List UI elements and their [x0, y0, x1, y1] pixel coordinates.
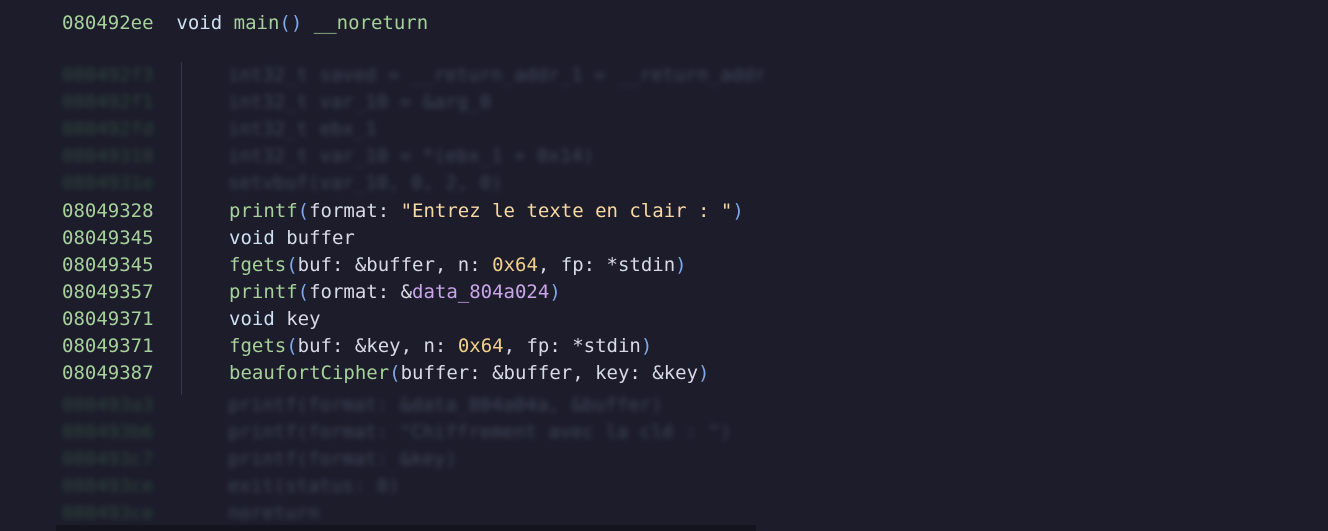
token-paren: ) [698, 362, 710, 384]
token-fn[interactable]: fgets [229, 254, 286, 276]
blurred-address: 0804931e [62, 172, 154, 194]
line-address: 08049371 [62, 308, 154, 330]
visible-code-lines: 08049328 printf(format: "Entrez le texte … [0, 198, 1328, 387]
blurred-address: 080493ce [62, 475, 154, 497]
token-plain: buffer [274, 227, 355, 249]
blurred-code: exit(status: 0) [228, 475, 400, 497]
function-attribute: __noreturn [313, 12, 429, 34]
code-line[interactable]: 08049387 beaufortCipher(buffer: &buffer, … [0, 360, 1328, 387]
token-plain: , fp: *stdin [537, 254, 676, 276]
token-paren: ( [297, 281, 310, 303]
blurred-code: setvbuf(var_10, 0, 2, 0) [228, 172, 503, 194]
blurred-code-bottom: 080493a3 printf(format: &data_804a04a, &b… [56, 392, 756, 527]
line-code[interactable]: void key [229, 306, 321, 333]
blurred-code: int32_t ebx_1 [228, 118, 377, 140]
token-plain: buffer: &buffer, key: &key [400, 362, 699, 384]
line-address: 08049387 [62, 362, 154, 384]
blurred-code: printf(format: &data_804a04a, &buffer) [228, 394, 663, 416]
token-plain: buf: &buffer, n: [297, 254, 493, 276]
token-paren: ( [297, 200, 310, 222]
decompiler-view: 080492ee void main() __noreturn 080492f3… [0, 0, 1328, 531]
code-line[interactable]: 08049328 printf(format: "Entrez le texte … [0, 198, 1328, 225]
line-address: 08049345 [62, 254, 154, 276]
function-signature[interactable]: 080492ee void main() __noreturn [62, 10, 428, 36]
line-address: 08049328 [62, 200, 154, 222]
line-address: 08049371 [62, 335, 154, 357]
blurred-code-top: 080492f3 int32_t saved = __return_addr_1 … [56, 62, 766, 194]
token-var[interactable]: data_804a024 [412, 281, 549, 303]
code-line[interactable]: 08049357 printf(format: &data_804a024) [0, 279, 1328, 306]
line-address: 08049345 [62, 227, 154, 249]
token-paren: ) [549, 281, 561, 303]
function-address: 080492ee [62, 12, 154, 34]
blurred-line: 080492f3 int32_t saved = __return_addr_1 … [56, 62, 766, 89]
token-kw: void [229, 227, 275, 249]
token-fn[interactable]: printf [229, 200, 298, 222]
blurred-line: 08049310 int32_t var_10 = *(ebx_1 + 0x14) [56, 143, 756, 170]
close-paren: ) [290, 12, 303, 34]
blurred-code: printf(format: "Chiffrement avec la clé … [228, 421, 732, 443]
scroll-edge [56, 525, 756, 531]
token-plain: key [274, 308, 321, 330]
line-code[interactable]: fgets(buf: &key, n: 0x64, fp: *stdin) [229, 333, 652, 360]
return-type: void [176, 12, 223, 34]
blurred-line: 080493c7 printf(format: &key) [56, 446, 756, 473]
blurred-line: 080493b6 printf(format: "Chiffrement avec… [56, 419, 756, 446]
blurred-line: 080493ce exit(status: 0) [56, 473, 756, 500]
token-paren: ( [286, 254, 298, 276]
line-code[interactable]: printf(format: "Entrez le texte en clair… [229, 198, 744, 225]
token-paren: ) [675, 254, 687, 276]
code-line[interactable]: 08049345 fgets(buf: &buffer, n: 0x64, fp:… [0, 252, 1328, 279]
token-plain: , fp: *stdin [503, 335, 641, 357]
token-plain: format: & [309, 281, 413, 303]
blurred-code: int32_t saved = __return_addr_1 = __retu… [228, 64, 766, 86]
token-fn[interactable]: fgets [229, 335, 286, 357]
token-fn[interactable]: printf [229, 281, 298, 303]
token-paren: ) [640, 335, 653, 357]
blurred-address: 08049310 [62, 145, 154, 167]
token-num: 0x64 [457, 335, 504, 357]
token-plain: buf: &key, n: [297, 335, 458, 357]
token-paren: ) [732, 200, 744, 222]
blurred-code: int32_t var_10 = *(ebx_1 + 0x14) [228, 145, 595, 167]
code-line[interactable]: 08049371 fgets(buf: &key, n: 0x64, fp: *s… [0, 333, 1328, 360]
token-plain: format: [309, 200, 401, 222]
open-paren: ( [279, 12, 291, 34]
blurred-address: 080492f3 [62, 64, 154, 86]
code-line[interactable]: 08049345 void buffer [0, 225, 1328, 252]
blurred-line: 080492fd int32_t ebx_1 [56, 116, 756, 143]
blurred-address: 080493c7 [62, 448, 154, 470]
token-paren: ( [286, 335, 298, 357]
line-address: 08049357 [62, 281, 154, 303]
blurred-line: 080493a3 printf(format: &data_804a04a, &b… [56, 392, 756, 419]
blurred-line: 080492f1 int32_t var_10 = &arg_0 [56, 89, 756, 116]
line-code[interactable]: printf(format: &data_804a024) [229, 279, 561, 306]
code-line[interactable]: 08049371 void key [0, 306, 1328, 333]
blurred-code: int32_t var_10 = &arg_0 [228, 91, 492, 113]
blurred-address: 080493b6 [62, 421, 154, 443]
line-code[interactable]: void buffer [229, 225, 355, 252]
line-code[interactable]: beaufortCipher(buffer: &buffer, key: &ke… [229, 360, 709, 387]
function-name[interactable]: main [234, 12, 280, 34]
token-fn[interactable]: beaufortCipher [229, 362, 389, 384]
blurred-address: 080493ce [62, 502, 154, 524]
blurred-address: 080492fd [62, 118, 154, 140]
token-kw: void [229, 308, 275, 330]
line-code[interactable]: fgets(buf: &buffer, n: 0x64, fp: *stdin) [229, 252, 687, 279]
token-str: "Entrez le texte en clair : " [400, 200, 733, 222]
blurred-code: printf(format: &key) [228, 448, 457, 470]
token-paren: ( [389, 362, 401, 384]
blurred-code: noreturn [228, 502, 320, 524]
blurred-line: 0804931e setvbuf(var_10, 0, 2, 0) [56, 170, 756, 197]
token-num: 0x64 [492, 254, 538, 276]
blurred-line: 080493ce noreturn [56, 500, 756, 527]
blurred-address: 080492f1 [62, 91, 154, 113]
blurred-address: 080493a3 [62, 394, 154, 416]
